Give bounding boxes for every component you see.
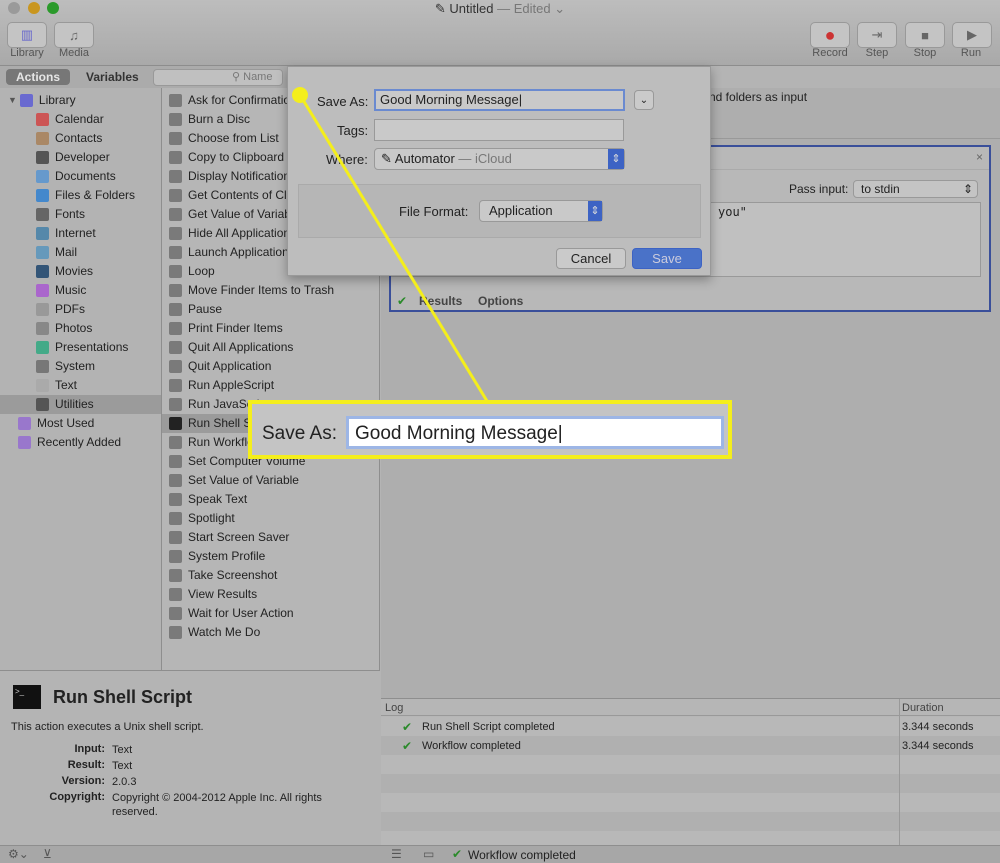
save-as-callout: Save As: Good Morning Message| xyxy=(248,400,732,459)
callout-value: Good Morning Message xyxy=(355,423,558,444)
callout-input: Good Morning Message| xyxy=(346,416,724,449)
callout-dot xyxy=(292,87,308,103)
callout-label: Save As: xyxy=(262,423,337,444)
callout-line xyxy=(298,94,489,402)
